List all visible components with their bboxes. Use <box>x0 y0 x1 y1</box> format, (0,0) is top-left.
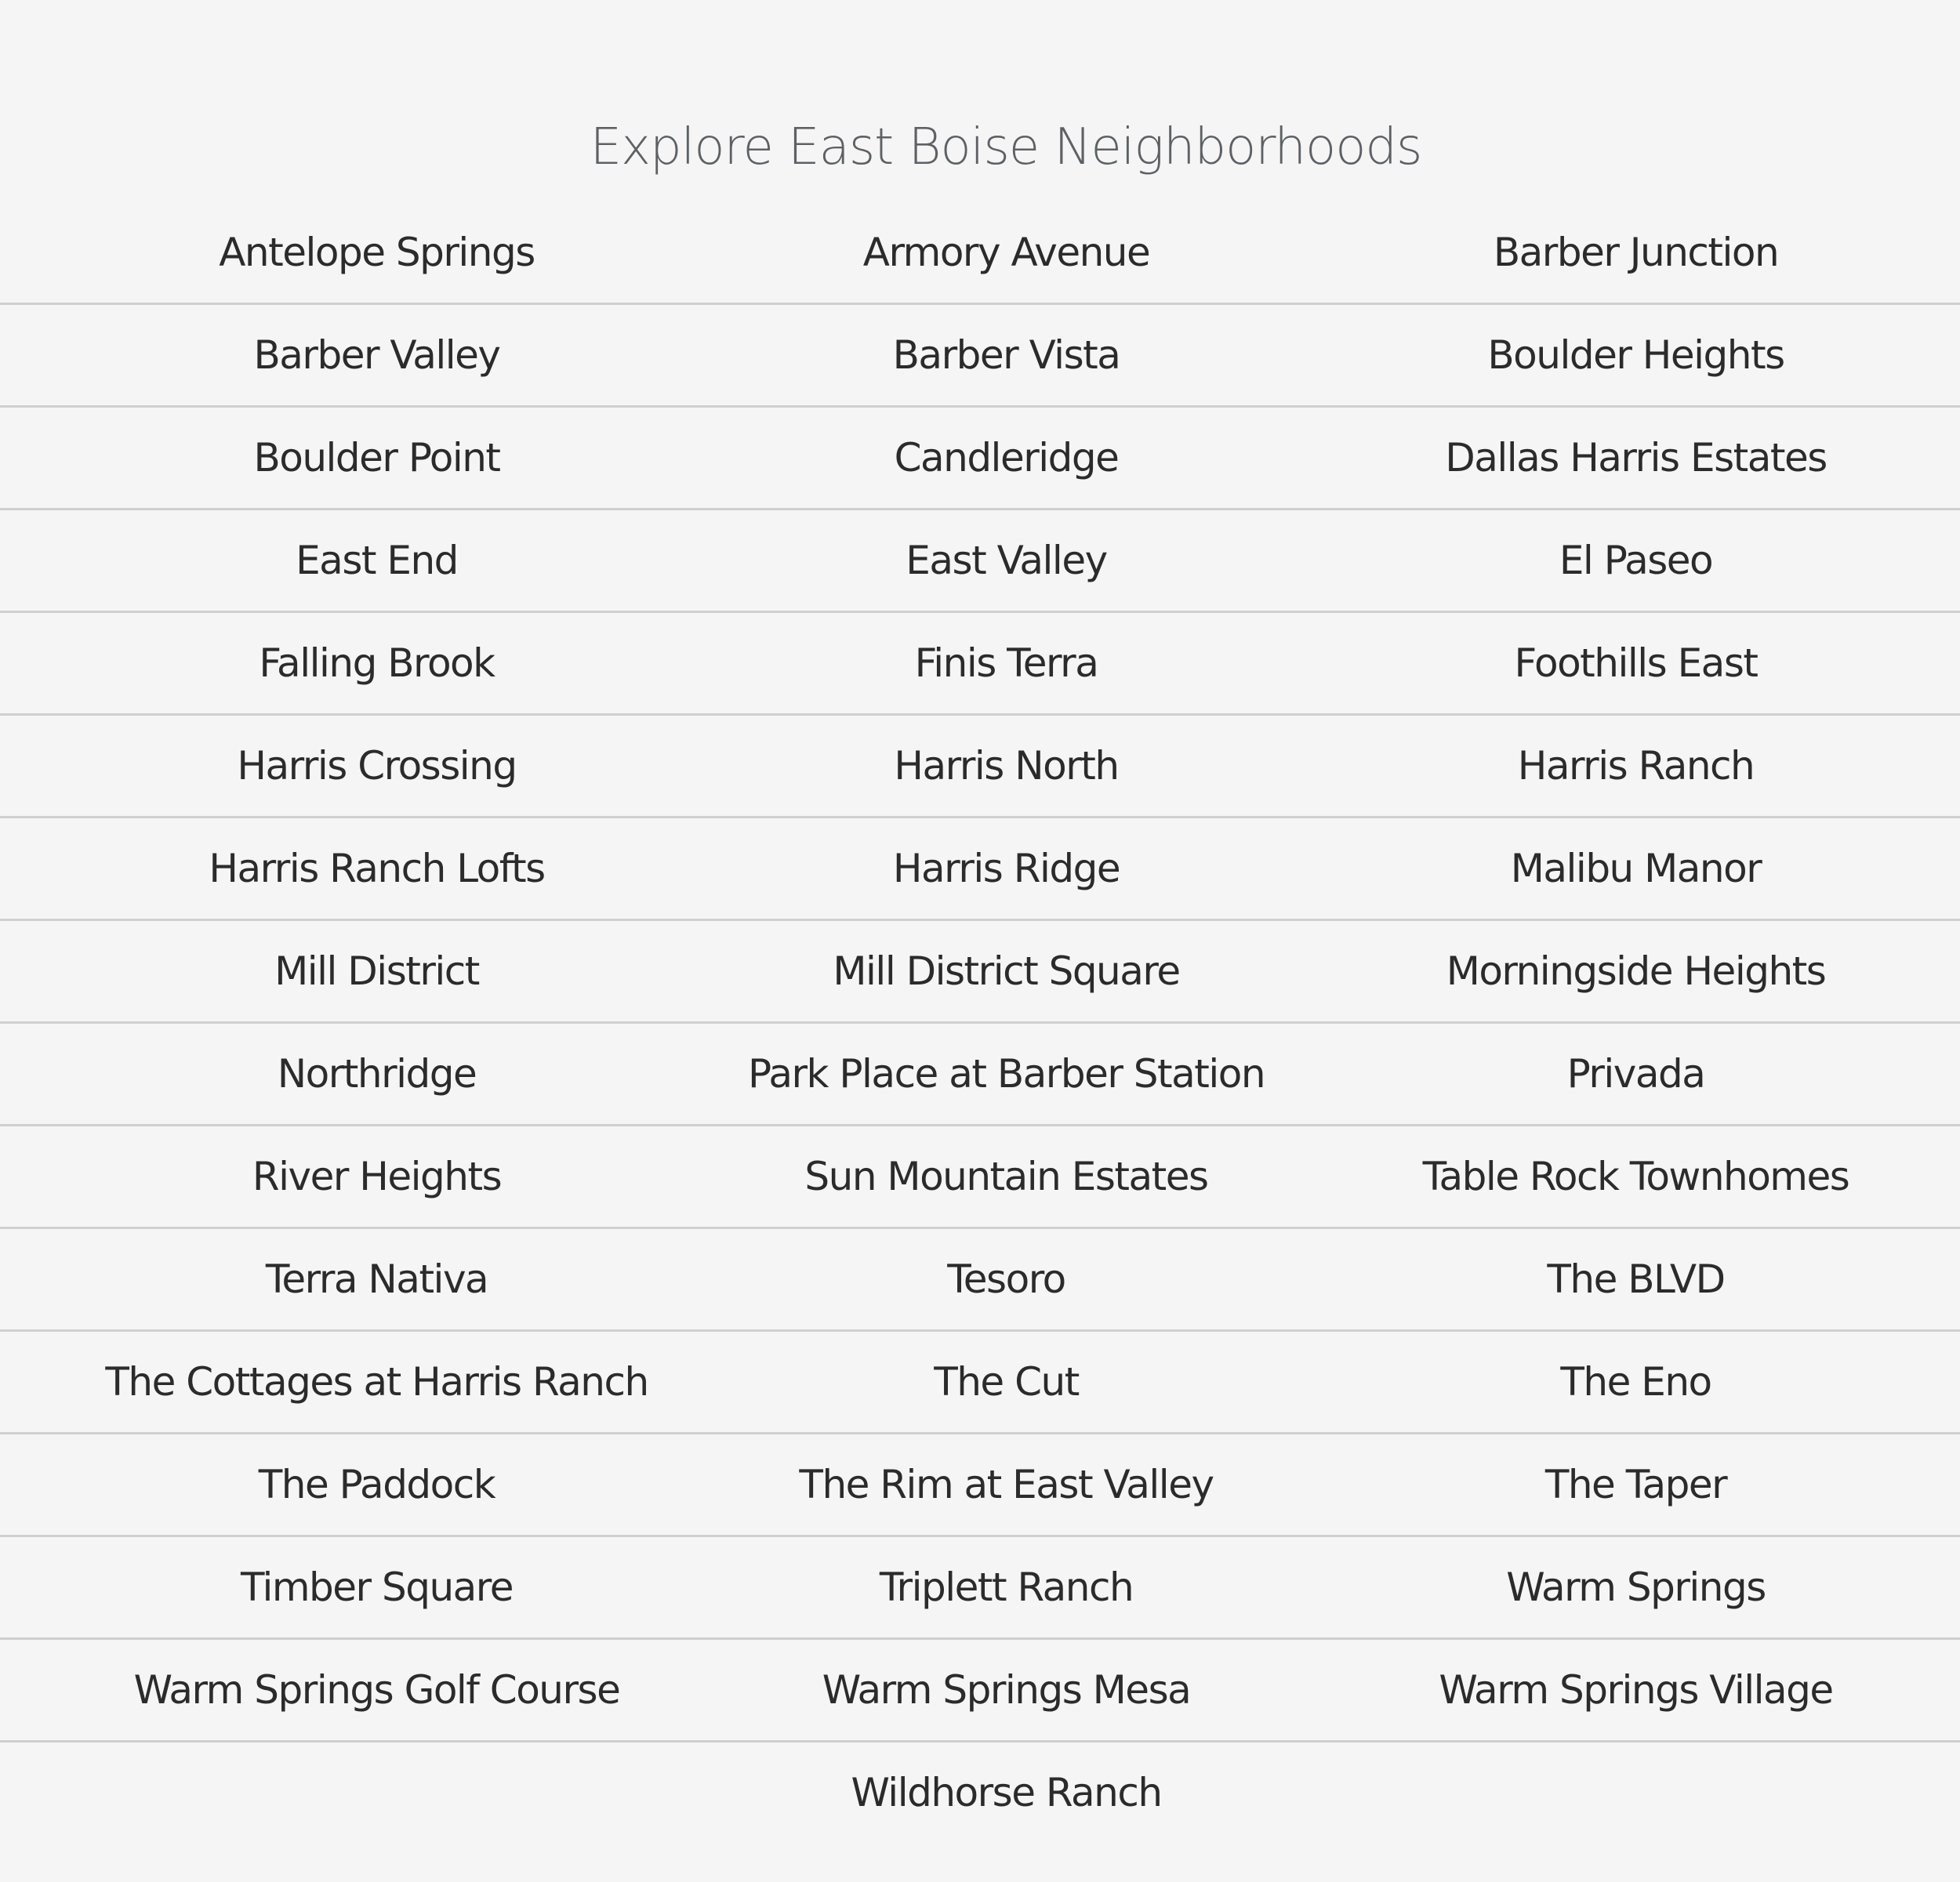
neighborhood-link[interactable]: The Paddock <box>62 1434 691 1535</box>
neighborhood-link[interactable]: Warm Springs Golf Course <box>62 1640 691 1740</box>
neighborhood-link[interactable]: Finis Terra <box>691 613 1321 713</box>
neighborhood-link[interactable]: The Cottages at Harris Ranch <box>62 1332 691 1432</box>
neighborhood-link[interactable]: East End <box>62 510 691 611</box>
neighborhood-link[interactable]: The Rim at East Valley <box>691 1434 1321 1535</box>
neighborhood-link[interactable]: Boulder Point <box>62 408 691 508</box>
neighborhood-row: Northridge Park Place at Barber Station Pr… <box>0 1024 1960 1126</box>
neighborhood-row: Warm Springs Golf Course Warm Springs Mes… <box>0 1640 1960 1742</box>
neighborhood-link[interactable]: Park Place at Barber Station <box>691 1024 1321 1124</box>
neighborhood-link[interactable]: Foothills East <box>1321 613 1951 713</box>
neighborhood-link[interactable]: Harris North <box>691 716 1321 816</box>
neighborhood-link[interactable]: Harris Ridge <box>691 818 1321 919</box>
neighborhood-link[interactable]: Boulder Heights <box>1321 305 1951 405</box>
neighborhood-link[interactable]: Antelope Springs <box>62 202 691 303</box>
neighborhood-row: Harris Crossing Harris North Harris Ranch <box>0 716 1960 818</box>
neighborhood-link[interactable]: El Paseo <box>1321 510 1951 611</box>
neighborhood-link[interactable]: Warm Springs Mesa <box>691 1640 1321 1740</box>
neighborhood-link[interactable]: Wildhorse Ranch <box>691 1742 1321 1843</box>
neighborhood-row: The Cottages at Harris Ranch The Cut The E… <box>0 1332 1960 1434</box>
neighborhood-grid: Antelope Springs Armory Avenue Barber Junc… <box>0 202 1960 1843</box>
neighborhood-row: Terra Nativa Tesoro The BLVD <box>0 1229 1960 1332</box>
neighborhood-link[interactable]: Barber Vista <box>691 305 1321 405</box>
neighborhood-link[interactable]: The Taper <box>1321 1434 1951 1535</box>
neighborhood-link[interactable]: Warm Springs <box>1321 1537 1951 1637</box>
neighborhood-row: Wildhorse Ranch <box>0 1742 1960 1843</box>
neighborhood-row: Barber Valley Barber Vista Boulder Heights <box>0 305 1960 408</box>
neighborhood-link[interactable]: Barber Valley <box>62 305 691 405</box>
neighborhood-link[interactable]: Tesoro <box>691 1229 1321 1329</box>
neighborhood-link[interactable]: The Eno <box>1321 1332 1951 1432</box>
neighborhood-link[interactable]: Harris Crossing <box>62 716 691 816</box>
neighborhood-row: Boulder Point Candleridge Dallas Harris Es… <box>0 408 1960 510</box>
neighborhood-link[interactable]: River Heights <box>62 1126 691 1227</box>
neighborhood-row: Timber Square Triplett Ranch Warm Springs <box>0 1537 1960 1640</box>
neighborhood-link[interactable]: Candleridge <box>691 408 1321 508</box>
neighborhood-row: East End East Valley El Paseo <box>0 510 1960 613</box>
neighborhood-link[interactable]: Harris Ranch <box>1321 716 1951 816</box>
neighborhood-link[interactable]: East Valley <box>691 510 1321 611</box>
neighborhood-link[interactable]: Triplett Ranch <box>691 1537 1321 1637</box>
neighborhood-row: The Paddock The Rim at East Valley The Tap… <box>0 1434 1960 1537</box>
neighborhood-link[interactable]: Mill District Square <box>691 921 1321 1021</box>
neighborhood-link[interactable]: Harris Ranch Lofts <box>62 818 691 919</box>
neighborhood-row: River Heights Sun Mountain Estates Table R… <box>0 1126 1960 1229</box>
neighborhood-link[interactable]: Timber Square <box>62 1537 691 1637</box>
neighborhood-row: Antelope Springs Armory Avenue Barber Junc… <box>0 202 1960 305</box>
neighborhood-link[interactable]: Northridge <box>62 1024 691 1124</box>
neighborhood-row: Harris Ranch Lofts Harris Ridge Malibu Man… <box>0 818 1960 921</box>
neighborhood-row: Falling Brook Finis Terra Foothills East <box>0 613 1960 716</box>
neighborhood-link[interactable]: Sun Mountain Estates <box>691 1126 1321 1227</box>
neighborhood-link[interactable]: Privada <box>1321 1024 1951 1124</box>
neighborhood-link[interactable]: Mill District <box>62 921 691 1021</box>
neighborhood-link[interactable]: The Cut <box>691 1332 1321 1432</box>
neighborhood-link[interactable]: Barber Junction <box>1321 202 1951 303</box>
neighborhood-link[interactable]: Terra Nativa <box>62 1229 691 1329</box>
neighborhood-link[interactable]: Table Rock Townhomes <box>1321 1126 1951 1227</box>
neighborhood-link[interactable]: Malibu Manor <box>1321 818 1951 919</box>
neighborhood-link[interactable]: Warm Springs Village <box>1321 1640 1951 1740</box>
neighborhood-link[interactable]: Falling Brook <box>62 613 691 713</box>
page-title: Explore East Boise Neighborhoods <box>590 118 1423 176</box>
neighborhood-link[interactable]: The BLVD <box>1321 1229 1951 1329</box>
neighborhood-row: Mill District Mill District Square Morning… <box>0 921 1960 1024</box>
neighborhood-link[interactable]: Dallas Harris Estates <box>1321 408 1951 508</box>
neighborhood-link[interactable]: Armory Avenue <box>691 202 1321 303</box>
neighborhood-link[interactable]: Morningside Heights <box>1321 921 1951 1021</box>
